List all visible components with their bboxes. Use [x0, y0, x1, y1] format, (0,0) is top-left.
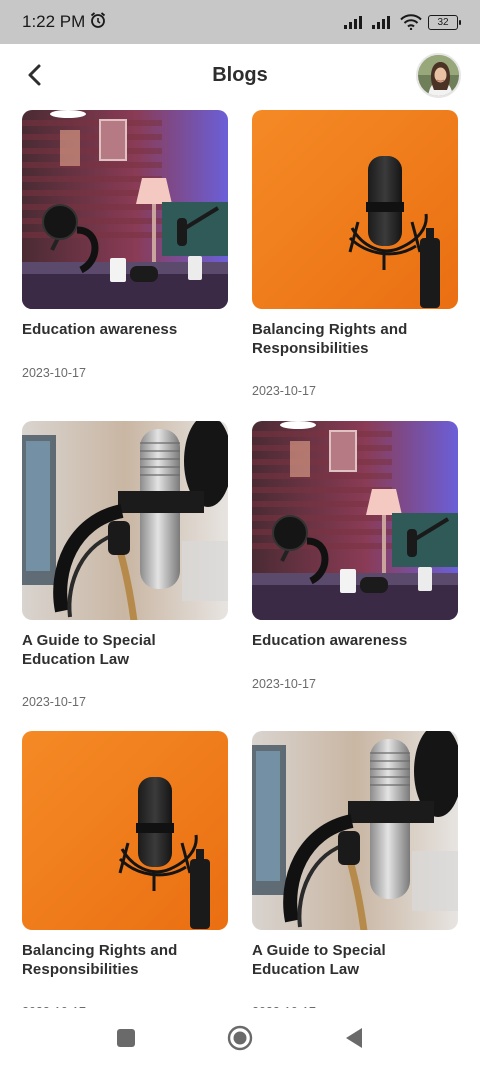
blog-title: Balancing Rights and Responsibilities — [22, 942, 178, 978]
recent-apps-button[interactable] — [108, 1020, 144, 1056]
blog-card[interactable]: A Guide to Special Education Law 2023-10… — [22, 421, 228, 709]
blog-title: Balancing Rights and Responsibilities — [252, 321, 408, 357]
status-bar: 1:22 PM 32 — [0, 0, 480, 44]
blog-card[interactable]: Education awareness 2023-10-17 — [22, 110, 228, 380]
blog-thumbnail — [252, 110, 458, 309]
system-back-button[interactable] — [336, 1020, 372, 1056]
battery-icon: 32 — [428, 14, 461, 30]
status-left: 1:22 PM — [22, 11, 107, 34]
blog-date: 2023-10-17 — [22, 695, 86, 709]
header: Blogs — [0, 44, 480, 108]
blog-thumbnail — [22, 110, 228, 309]
blog-card[interactable]: Balancing Rights and Responsibilities 20… — [22, 731, 228, 1008]
back-icon — [346, 1027, 362, 1048]
blog-date: 2023-10-17 — [252, 384, 316, 398]
blog-card[interactable]: A Guide to Special Education Law 2023-10… — [252, 731, 458, 1008]
microphone-headphones-image — [22, 421, 228, 620]
blog-card[interactable]: Education awareness 2023-10-17 — [252, 421, 458, 691]
navigation-bar — [0, 1008, 480, 1067]
blog-date: 2023-10-17 — [22, 366, 86, 380]
signal-icon — [372, 15, 394, 29]
page-title: Blogs — [212, 64, 268, 86]
home-button[interactable] — [222, 1020, 258, 1056]
blog-thumbnail — [22, 421, 228, 620]
blog-thumbnail — [22, 731, 228, 930]
blog-thumbnail — [252, 731, 458, 930]
status-right: 32 — [344, 14, 461, 30]
blog-title: A Guide to Special Education Law — [252, 942, 386, 978]
battery-level: 32 — [437, 16, 449, 28]
blog-thumbnail — [252, 421, 458, 620]
podcast-studio-image — [252, 421, 458, 620]
recent-apps-icon — [117, 1028, 135, 1047]
blog-title: A Guide to Special Education Law — [22, 632, 156, 668]
avatar[interactable] — [416, 53, 461, 98]
blog-grid: Education awareness 2023-10-17 Balancing… — [22, 110, 458, 1008]
signal-icon — [344, 15, 366, 29]
home-icon — [227, 1025, 253, 1050]
blog-title: Education awareness — [22, 321, 178, 338]
orange-microphone-image — [22, 731, 228, 930]
status-time: 1:22 PM — [22, 12, 86, 31]
wifi-icon — [400, 14, 422, 30]
orange-microphone-image — [252, 110, 458, 309]
alarm-icon — [89, 11, 107, 34]
blog-card[interactable]: Balancing Rights and Responsibilities 20… — [252, 110, 458, 398]
blog-title: Education awareness — [252, 632, 408, 649]
microphone-headphones-image — [252, 731, 458, 930]
podcast-studio-image — [22, 110, 228, 309]
blog-date: 2023-10-17 — [252, 677, 316, 691]
